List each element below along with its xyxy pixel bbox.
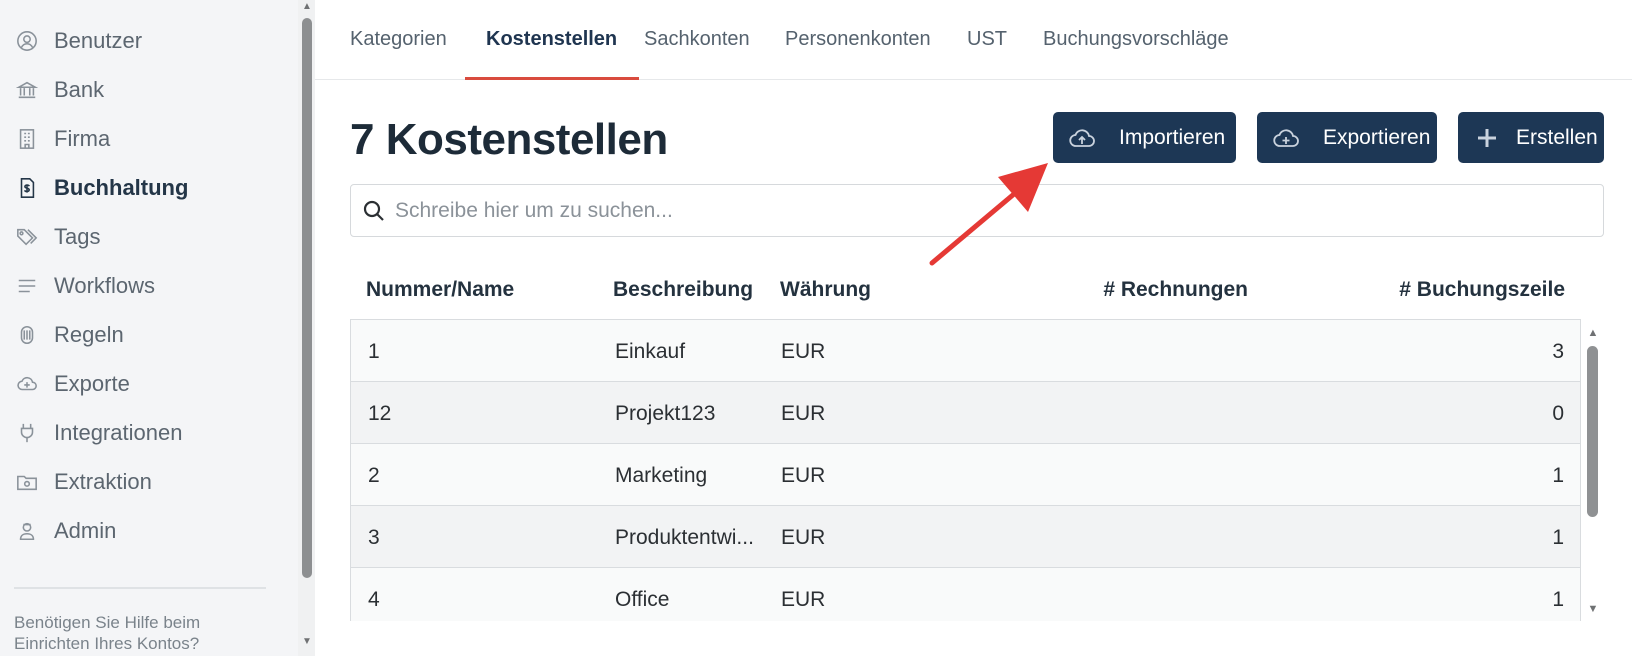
sidebar-item-integrationen[interactable]: Integrationen <box>14 416 182 450</box>
tags-icon <box>14 224 40 250</box>
folder-icon <box>14 469 40 495</box>
table-row[interactable]: 4 Office EUR 2 1 <box>351 568 1580 621</box>
create-button[interactable]: Erstellen <box>1458 112 1604 163</box>
tab-buchungsvorschlaege[interactable]: Buchungsvorschläge <box>1043 28 1229 80</box>
sidebar-item-exporte[interactable]: Exporte <box>14 367 130 401</box>
cloud-upload-icon <box>1067 126 1097 150</box>
cell-entries: 1 <box>1552 588 1564 611</box>
table-row[interactable]: 2 Marketing EUR 3 1 <box>351 444 1580 506</box>
list-icon <box>14 273 40 299</box>
sidebar-item-label: Extraktion <box>54 469 152 494</box>
tab-personenkonten[interactable]: Personenkonten <box>785 28 931 80</box>
bank-icon <box>14 77 40 103</box>
cell-entries: 1 <box>1552 464 1564 487</box>
cell-description: Einkauf <box>615 340 686 363</box>
column-header-name[interactable]: Nummer/Name <box>366 278 514 302</box>
cell-name: 2 <box>368 464 380 487</box>
column-header-invoices[interactable]: # Rechnungen <box>1000 278 1248 302</box>
create-button-label: Erstellen <box>1516 125 1598 149</box>
admin-icon <box>14 518 40 544</box>
sidebar-item-label: Workflows <box>54 273 156 298</box>
help-text[interactable]: Benötigen Sie Hilfe beim Einrichten Ihre… <box>14 612 274 654</box>
cell-name: 3 <box>368 526 380 549</box>
cell-currency: EUR <box>781 340 826 363</box>
cell-description: Office <box>615 588 670 611</box>
export-button-label: Exportieren <box>1323 125 1431 149</box>
sidebar-item-label: Exporte <box>54 371 130 396</box>
tab-sachkonten[interactable]: Sachkonten <box>644 28 750 80</box>
tab-ust[interactable]: UST <box>967 28 1007 80</box>
sidebar: Benutzer Bank Firma Buchhaltung Tags Wor… <box>0 0 298 656</box>
tab-kategorien[interactable]: Kategorien <box>350 28 447 80</box>
cell-entries: 0 <box>1552 402 1564 425</box>
cloud-export-icon <box>1271 126 1301 150</box>
cell-currency: EUR <box>781 402 826 425</box>
plug-icon <box>14 420 40 446</box>
tab-bar: Kategorien Kostenstellen Sachkonten Pers… <box>315 0 1632 80</box>
export-button[interactable]: Exportieren <box>1257 112 1437 163</box>
cost-centers-table: 1 Einkauf EUR 4 3 12 Projekt123 EUR 1 0 … <box>350 319 1581 621</box>
sidebar-scrollbar-thumb[interactable] <box>302 18 312 578</box>
cell-description: Produktentwi... <box>615 526 754 549</box>
scroll-up-arrow-icon[interactable]: ▲ <box>1584 327 1602 339</box>
sidebar-item-buchhaltung[interactable]: Buchhaltung <box>14 171 188 205</box>
cell-currency: EUR <box>781 526 826 549</box>
table-row[interactable]: 3 Produktentwi... EUR 1 1 <box>351 506 1580 568</box>
sidebar-item-label: Tags <box>54 224 101 249</box>
sidebar-item-regeln[interactable]: Regeln <box>14 318 124 352</box>
sidebar-item-tags[interactable]: Tags <box>14 220 100 254</box>
page-title: 7 Kostenstellen <box>350 115 668 164</box>
cell-currency: EUR <box>781 588 826 611</box>
cell-name: 12 <box>368 402 392 425</box>
sidebar-item-label: Firma <box>54 126 111 151</box>
sidebar-item-extraktion[interactable]: Extraktion <box>14 465 152 499</box>
search-icon <box>361 198 387 224</box>
column-header-currency[interactable]: Währung <box>780 278 871 302</box>
cell-entries: 3 <box>1552 340 1564 363</box>
sidebar-item-firma[interactable]: Firma <box>14 122 110 156</box>
annotation-arrow-icon <box>929 163 1048 266</box>
table-row[interactable]: 1 Einkauf EUR 4 3 <box>351 320 1580 382</box>
column-header-entries[interactable]: # Buchungszeile <box>1300 278 1565 302</box>
column-header-description[interactable]: Beschreibung <box>613 278 753 302</box>
table-row[interactable]: 12 Projekt123 EUR 1 0 <box>351 382 1580 444</box>
sidebar-item-label: Integrationen <box>54 420 183 445</box>
accounting-icon <box>14 175 40 201</box>
rules-icon <box>14 322 40 348</box>
sidebar-item-workflows[interactable]: Workflows <box>14 269 155 303</box>
plus-icon <box>1472 126 1502 150</box>
scroll-down-arrow-icon[interactable]: ▼ <box>302 637 312 647</box>
scroll-down-arrow-icon[interactable]: ▼ <box>1584 603 1602 615</box>
cell-name: 1 <box>368 340 380 363</box>
building-icon <box>14 126 40 152</box>
cell-description: Marketing <box>615 464 708 487</box>
cloud-export-icon <box>14 371 40 397</box>
sidebar-item-benutzer[interactable]: Benutzer <box>14 24 142 58</box>
cell-entries: 1 <box>1552 526 1564 549</box>
sidebar-item-label: Buchhaltung <box>54 175 189 200</box>
scroll-up-arrow-icon[interactable]: ▲ <box>302 2 312 12</box>
sidebar-item-label: Admin <box>54 518 117 543</box>
cell-name: 4 <box>368 588 380 611</box>
tab-kostenstellen[interactable]: Kostenstellen <box>464 28 640 80</box>
user-icon <box>14 28 40 54</box>
table-scrollbar-thumb[interactable] <box>1587 346 1598 517</box>
import-button-label: Importieren <box>1119 125 1226 149</box>
sidebar-item-label: Benutzer <box>54 28 143 53</box>
import-button[interactable]: Importieren <box>1053 112 1236 163</box>
sidebar-divider <box>14 587 266 589</box>
sidebar-item-label: Bank <box>54 77 105 102</box>
cell-currency: EUR <box>781 464 826 487</box>
sidebar-item-admin[interactable]: Admin <box>14 514 116 548</box>
sidebar-item-label: Regeln <box>54 322 124 347</box>
cell-description: Projekt123 <box>615 402 716 425</box>
sidebar-item-bank[interactable]: Bank <box>14 73 104 107</box>
